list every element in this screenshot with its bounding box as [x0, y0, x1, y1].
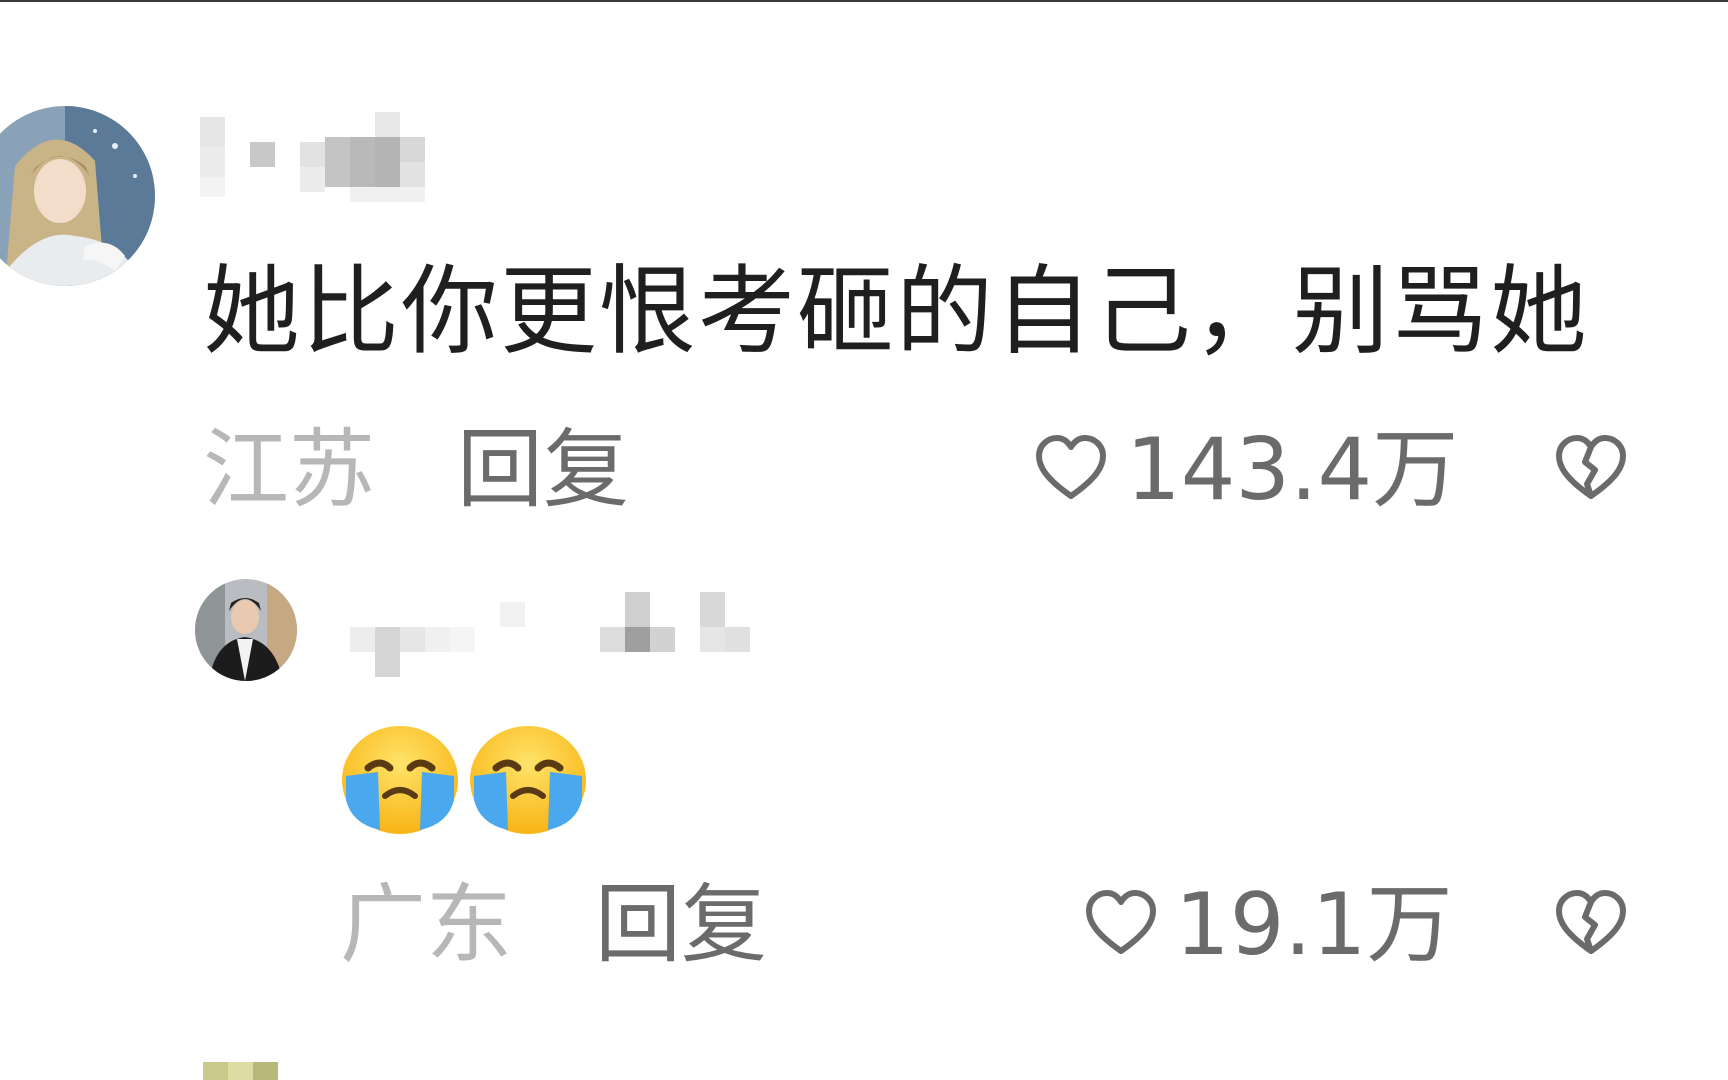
like-count: 143.4万 — [1126, 420, 1459, 520]
next-comment-avatar-peek — [203, 1062, 278, 1080]
crying-face-emoji — [468, 720, 588, 840]
anime-character-avatar-icon — [0, 106, 155, 286]
broken-heart-icon[interactable] — [1555, 889, 1627, 957]
reply-emojis — [340, 720, 588, 840]
reply-button[interactable]: 回复 — [595, 875, 767, 975]
crying-face-emoji — [340, 720, 460, 840]
commenter-username-blurred[interactable] — [200, 112, 460, 207]
replier-username-blurred[interactable] — [350, 587, 750, 677]
comment-thread: 她比你更恨考砸的自己，别骂她 江苏 回复 143.4万 广东 回复 19.1万 — [0, 0, 1728, 1080]
reply-button[interactable]: 回复 — [457, 420, 629, 520]
comment-text: 她比你更恨考砸的自己，别骂她 — [203, 255, 1589, 368]
reply-location: 广东 — [340, 875, 512, 975]
broken-heart-icon[interactable] — [1555, 434, 1627, 502]
commenter-avatar[interactable] — [0, 106, 155, 286]
like-count: 19.1万 — [1175, 875, 1453, 975]
heart-outline-icon[interactable] — [1085, 889, 1157, 957]
replier-avatar[interactable] — [195, 579, 297, 681]
person-photo-avatar-icon — [195, 579, 297, 681]
comment-location: 江苏 — [203, 420, 375, 520]
heart-outline-icon[interactable] — [1035, 434, 1107, 502]
